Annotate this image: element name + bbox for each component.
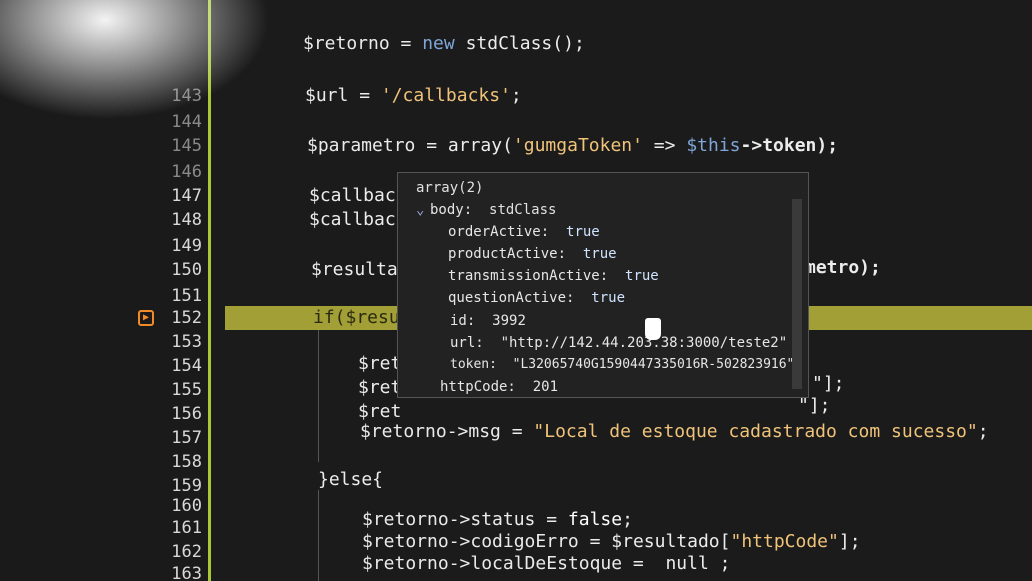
code-line: $retorno->codigoErro = $resultado["httpC…	[362, 531, 861, 552]
line-number: 150	[171, 260, 202, 280]
tooltip-prop: questionActive: true	[448, 290, 626, 306]
tooltip-prop: id: 3992	[450, 313, 526, 329]
line-number: 161	[171, 518, 202, 538]
tooltip-prop: url: "http://142.44.203.38:3000/teste2"	[450, 335, 788, 351]
line-number-gutter: 143 144 145 146 147 148 149 150 151 152 …	[0, 0, 210, 581]
code-line: if($resu	[313, 307, 400, 328]
line-number: 157	[171, 428, 202, 448]
line-number: 158	[171, 452, 202, 472]
tooltip-prop: orderActive: true	[448, 224, 600, 240]
line-number: 155	[171, 380, 202, 400]
line-number: 163	[171, 564, 202, 581]
tooltip-body-row[interactable]: ⌄ body: stdClass	[416, 200, 556, 220]
tooltip-scrollbar[interactable]	[792, 199, 802, 389]
line-number: 156	[171, 404, 202, 424]
line-number: 149	[171, 236, 202, 256]
line-number: 148	[171, 210, 202, 230]
code-line: $ret	[358, 377, 402, 398]
line-number: 145	[171, 136, 202, 156]
tooltip-prop: transmissionActive: true	[448, 268, 659, 284]
line-number: 152	[171, 308, 202, 328]
gutter-divider	[208, 0, 211, 581]
code-line: $retorno->status = false;	[362, 509, 633, 530]
tooltip-httpcode: httpCode: 201	[440, 379, 559, 395]
code-line: $retorno->msg = "Local de estoque cadast…	[360, 421, 989, 442]
code-line: "];	[812, 373, 845, 394]
line-number: 144	[171, 112, 202, 132]
code-line: $retorno = new stdClass();	[303, 33, 585, 54]
code-line: $url = '/callbacks';	[305, 85, 522, 106]
breakpoint-arrow-icon[interactable]: ▶	[138, 310, 154, 326]
chevron-down-icon[interactable]: ⌄	[416, 200, 430, 220]
code-line: $resulta	[311, 259, 398, 280]
line-number: 153	[171, 332, 202, 352]
line-number: 147	[171, 186, 202, 206]
code-line: $parametro = array('gumgaToken' => $this…	[307, 135, 839, 156]
debug-hover-tooltip[interactable]: array(2) ⌄ body: stdClass orderActive: tr…	[397, 172, 809, 398]
line-number: 160	[171, 496, 202, 516]
line-number: 154	[171, 356, 202, 376]
code-line: $callbac	[309, 209, 396, 230]
indent-guide	[318, 490, 319, 581]
code-line: }else{	[318, 469, 384, 490]
line-number: 146	[171, 162, 202, 182]
hand-cursor-icon	[645, 318, 661, 340]
code-line: $callbac	[309, 185, 396, 206]
code-line: $ret	[358, 353, 402, 374]
code-editor[interactable]: 143 144 145 146 147 148 149 150 151 152 …	[0, 0, 1032, 581]
tooltip-prop: token: "L32065740G1590447335016R-5028239…	[450, 357, 795, 372]
indent-guide	[318, 330, 319, 462]
code-line: $retorno->localDeEstoque = null ;	[362, 553, 731, 574]
tooltip-header: array(2)	[416, 180, 484, 196]
line-number: 151	[171, 286, 202, 306]
code-line: metro);	[805, 257, 881, 278]
line-number: 162	[171, 542, 202, 562]
tooltip-prop: productActive: true	[448, 246, 617, 262]
line-number: 143	[171, 86, 202, 106]
